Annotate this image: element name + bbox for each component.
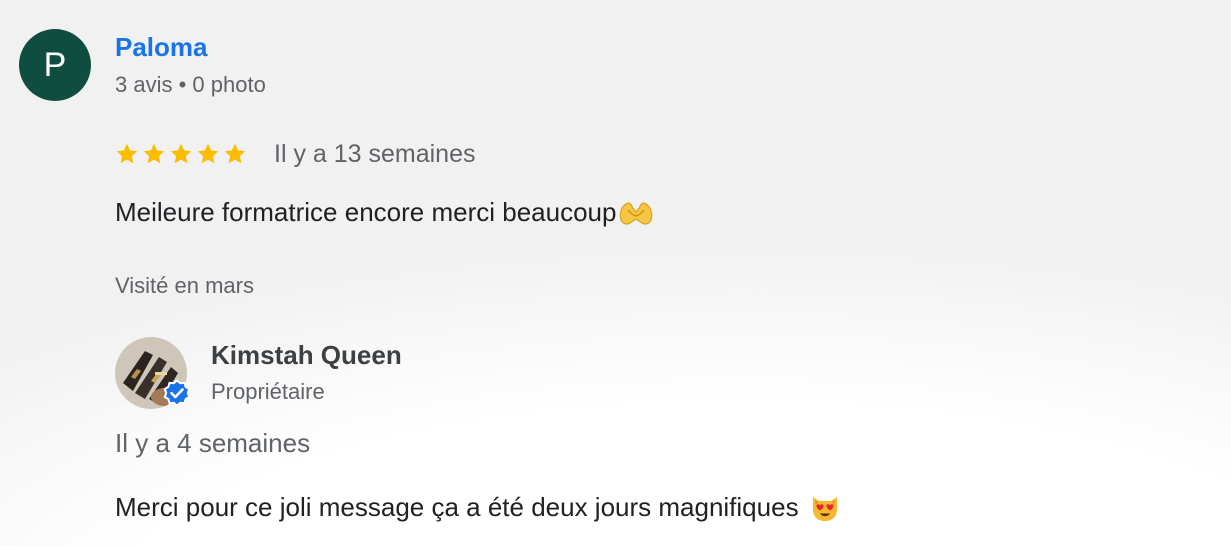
owner-name[interactable]: Kimstah Queen (211, 340, 402, 371)
verified-badge-icon (162, 379, 192, 409)
star-icon (223, 142, 247, 166)
star-icon (169, 142, 193, 166)
reply-text: Merci pour ce joli message ça a été deux… (115, 491, 841, 523)
visited-date: Visité en mars (115, 273, 254, 298)
review-date: Il y a 13 semaines (274, 139, 476, 168)
owner-avatar[interactable] (115, 337, 191, 409)
heart-eyes-cat-icon (809, 491, 841, 523)
reviewer-name-link[interactable]: Paloma (115, 32, 208, 63)
heart-hands-icon (618, 198, 654, 228)
review-text-content: Meileure formatrice encore merci beaucou… (115, 197, 617, 227)
reply-date: Il y a 4 semaines (115, 428, 311, 458)
owner-role: Propriétaire (211, 379, 325, 404)
review-card: P Paloma 3 avis • 0 photo Il y a 13 sema… (0, 0, 1231, 546)
reply-text-content: Merci pour ce joli message ça a été deux… (115, 491, 799, 522)
rating-row: Il y a 13 semaines (115, 138, 476, 170)
review-text: Meileure formatrice encore merci beaucou… (115, 197, 654, 228)
star-icon (115, 142, 139, 166)
star-icon (196, 142, 220, 166)
reviewer-avatar[interactable]: P (19, 29, 91, 101)
reviewer-stats[interactable]: 3 avis • 0 photo (115, 72, 266, 98)
star-icon (142, 142, 166, 166)
star-rating (115, 142, 247, 166)
